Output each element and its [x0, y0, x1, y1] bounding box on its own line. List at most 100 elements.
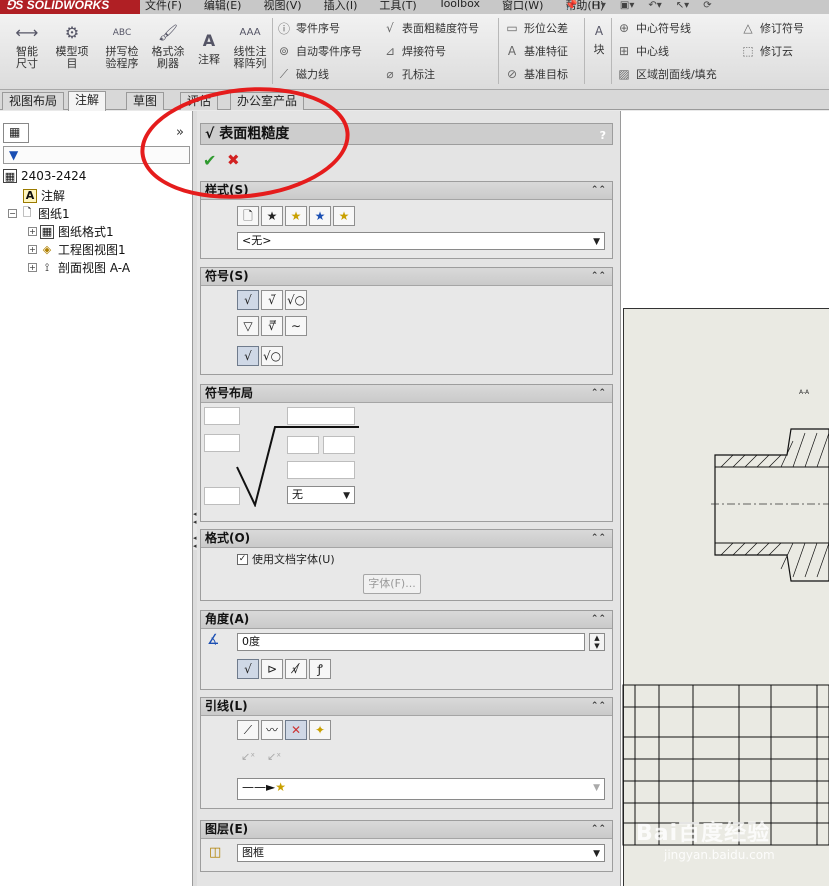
help-icon[interactable]: ? — [600, 126, 606, 146]
menu-file[interactable]: 文件(F) — [145, 0, 182, 13]
linear-note-pattern-button[interactable]: AAA 线性注释阵列 — [228, 22, 272, 70]
tree-item-section-view[interactable]: + ⟟ 剖面视图 A-A — [28, 259, 130, 276]
select-icon[interactable]: ↖▾ — [676, 0, 689, 11]
expand-icon[interactable]: + — [28, 263, 37, 272]
weld-symbol-button[interactable]: ⊿ 焊接符号 — [382, 43, 446, 59]
arrow-style-select[interactable]: ——►★ ▼ — [237, 778, 605, 800]
angle-section-header[interactable]: 角度(A) ⌃⌃ — [201, 611, 612, 629]
collapse-chevron-icon[interactable]: ⌃⌃ — [591, 698, 606, 714]
pin-icon[interactable]: 📌 — [565, 0, 577, 11]
tab-annotation[interactable]: 注解 — [68, 91, 107, 111]
smart-dimension-button[interactable]: ⟷ 智能尺寸 — [6, 22, 48, 70]
menu-view[interactable]: 视图(V) — [263, 0, 301, 13]
perpendicular-reverse-icon[interactable]: ꝭ — [309, 659, 331, 679]
perpendicular-icon[interactable]: √̸ — [285, 659, 307, 679]
tab-view-layout[interactable]: 视图布局 — [2, 92, 65, 110]
collapse-chevron-icon[interactable]: ⌃⌃ — [591, 182, 606, 198]
model-items-button[interactable]: ⚙ 模型项目 — [50, 22, 94, 70]
add-style-icon[interactable]: ★ — [261, 206, 283, 226]
symbol-section-header[interactable]: 符号(S) ⌃⌃ — [201, 268, 612, 286]
magnetic-line-icon: ⟋ — [279, 66, 289, 81]
no-leader-icon[interactable]: ✕ — [285, 720, 307, 740]
menu-edit[interactable]: 编辑(E) — [204, 0, 242, 13]
symbol-layout-header[interactable]: 符号布局 ⌃⌃ — [201, 385, 612, 403]
block-button[interactable]: A 块 — [588, 20, 610, 56]
collapse-icon[interactable]: − — [8, 209, 17, 218]
feature-tree-tab[interactable]: ▦ — [3, 123, 29, 143]
save-style-icon[interactable]: ★ — [309, 206, 331, 226]
style-select[interactable]: <无> ▼ — [237, 232, 605, 250]
note-button[interactable]: A 注释 — [194, 30, 224, 66]
collapse-chevron-icon[interactable]: ⌃⌃ — [591, 268, 606, 284]
auto-leader-icon[interactable]: ✦ — [309, 720, 331, 740]
print-icon[interactable]: ▣▾ — [620, 0, 634, 11]
load-style-icon[interactable]: ★ — [333, 206, 355, 226]
format-painter-button[interactable]: 🖌 格式涂刷器 — [146, 22, 190, 70]
annotation-icon: A — [23, 188, 37, 203]
machining-required-icon[interactable]: √̄ — [261, 290, 283, 310]
format-section-header[interactable]: 格式(O) ⌃⌃ — [201, 530, 612, 548]
angle-spinner[interactable]: ▲ ▼ — [589, 633, 605, 651]
rebuild-icon[interactable]: ⟳ — [703, 0, 711, 11]
center-mark-button[interactable]: ⊕ 中心符号线 — [616, 20, 691, 36]
multi-jog-leader-icon[interactable]: 〰 — [261, 720, 283, 740]
graphics-area[interactable]: A-A — [621, 111, 829, 886]
menu-insert[interactable]: 插入(I) — [324, 0, 358, 13]
hole-callout-icon: ⌀ — [386, 67, 394, 81]
hole-callout-button[interactable]: ⌀ 孔标注 — [382, 66, 435, 82]
angle-input[interactable]: 0度 — [237, 633, 585, 651]
tree-item-drawing-view[interactable]: + ◈ 工程图视图1 — [28, 241, 126, 258]
collapse-chevron-icon[interactable]: ⌃⌃ — [591, 611, 606, 627]
area-hatch-button[interactable]: ▨ 区域剖面线/填充 — [616, 66, 716, 82]
collapse-chevron-icon[interactable]: ⌃⌃ — [591, 821, 606, 837]
upright-angle-icon[interactable]: √ — [237, 659, 259, 679]
all-around-icon[interactable]: √○ — [261, 346, 283, 366]
leader-section-header[interactable]: 引线(L) ⌃⌃ — [201, 698, 612, 716]
balloon-button[interactable]: ⓘ 零件序号 — [276, 20, 340, 36]
datum-feature-button[interactable]: A 基准特征 — [504, 43, 568, 59]
leader-icon[interactable]: ⟋ — [237, 720, 259, 740]
font-button[interactable]: 字体(F)... — [363, 574, 421, 594]
menu-window[interactable]: 窗口(W) — [502, 0, 543, 13]
tab-sketch[interactable]: 草图 — [126, 92, 165, 110]
datum-target-button[interactable]: ⊘ 基准目标 — [504, 66, 568, 82]
delete-style-icon[interactable]: ★ — [285, 206, 307, 226]
machining-prohibited-icon[interactable]: √○ — [285, 290, 307, 310]
expand-icon[interactable]: + — [28, 245, 37, 254]
format-section: 格式(O) ⌃⌃ ✓ 使用文档字体(U) 字体(F)... — [200, 529, 613, 601]
tree-item-annotations[interactable]: A 注解 — [23, 187, 65, 204]
layer-section-header[interactable]: 图层(E) ⌃⌃ — [201, 821, 612, 839]
drawing-icon: ▦ — [3, 169, 17, 183]
revision-symbol-button[interactable]: △ 修订符号 — [740, 20, 804, 36]
expand-icon[interactable]: + — [28, 227, 37, 236]
lay-direction-select[interactable]: 无 ▼ — [287, 486, 355, 504]
geometric-tolerance-button[interactable]: ▭ 形位公差 — [504, 20, 568, 36]
auto-balloon-button[interactable]: ⊚ 自动零件序号 — [276, 43, 362, 59]
jis-machining-icon[interactable]: √̿ — [261, 316, 283, 336]
collapse-chevron-icon[interactable]: ⌃⌃ — [591, 385, 606, 401]
jis-basic-icon[interactable]: ▽ — [237, 316, 259, 336]
layer-select[interactable]: 图框 ▼ — [237, 844, 605, 862]
new-doc-icon[interactable]: ▢▾ — [591, 0, 605, 11]
centerline-button[interactable]: ⊞ 中心线 — [616, 43, 669, 59]
datum-feature-icon: A — [507, 44, 517, 58]
local-symbol-icon[interactable]: √ — [237, 346, 259, 366]
tree-item-sheet[interactable]: − 🗋 图纸1 — [8, 205, 70, 222]
datum-target-icon: ⊘ — [506, 67, 518, 81]
tree-root[interactable]: ▦ 2403-2424 — [3, 169, 86, 183]
magnetic-line-button[interactable]: ⟋ 磁力线 — [276, 66, 329, 82]
use-doc-font-checkbox[interactable]: ✓ 使用文档字体(U) — [237, 551, 335, 567]
rotate-90-icon[interactable]: ⊳ — [261, 659, 283, 679]
jis-wave-icon[interactable]: ∼ — [285, 316, 307, 336]
collapse-chevron-icon[interactable]: ⌃⌃ — [591, 530, 606, 546]
surface-finish-ribbon-button[interactable]: √ 表面粗糙度符号 — [382, 20, 479, 36]
spell-check-button[interactable]: ABC 拼写检验程序 — [100, 22, 144, 70]
undo-icon[interactable]: ↶▾ — [648, 0, 661, 11]
menu-toolbox[interactable]: Toolbox — [439, 0, 480, 13]
symbol-section: 符号(S) ⌃⌃ √ √̄ √○ ▽ √̿ ∼ √ √○ — [200, 267, 613, 375]
revision-cloud-button[interactable]: ⬚ 修订云 — [740, 43, 793, 59]
menu-tools[interactable]: 工具(T) — [379, 0, 416, 13]
tree-item-sheet-format[interactable]: + ▦ 图纸格式1 — [28, 223, 114, 240]
apply-style-icon[interactable]: 🗋 — [237, 206, 259, 226]
basic-symbol-icon[interactable]: √ — [237, 290, 259, 310]
